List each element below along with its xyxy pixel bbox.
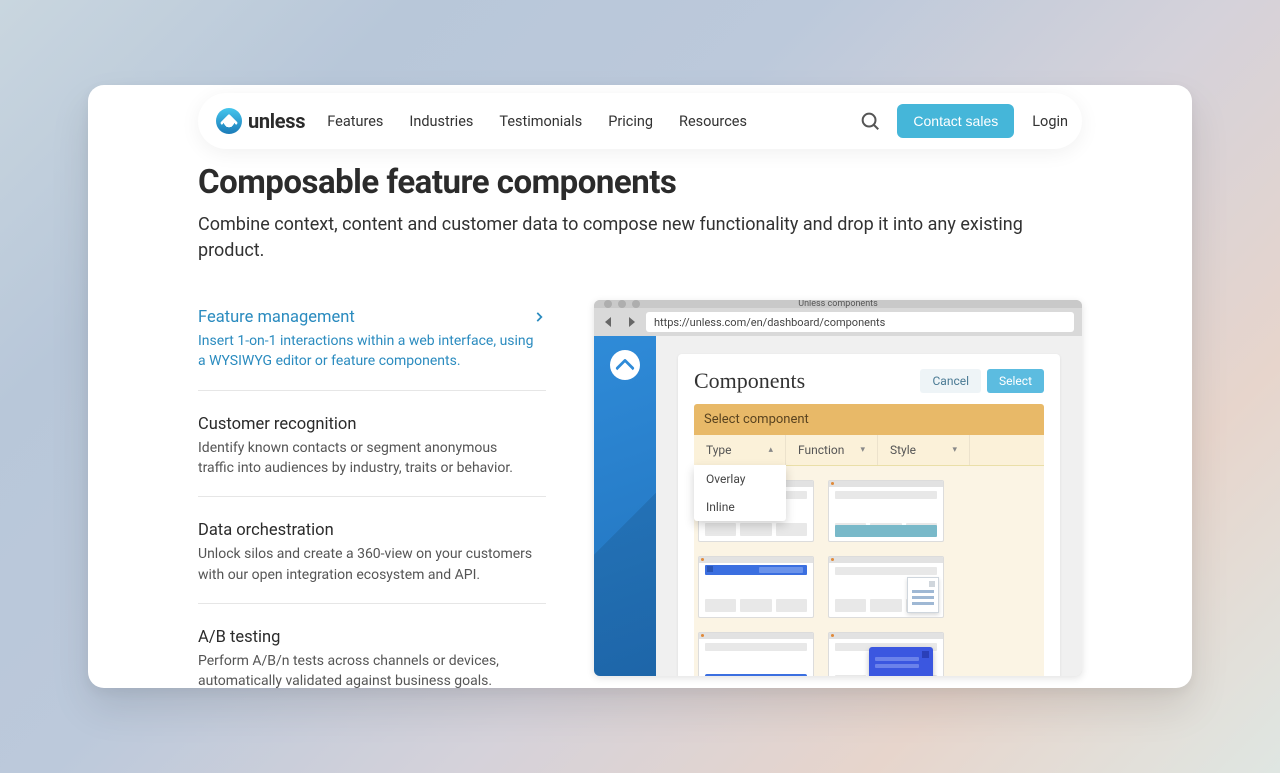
feature-desc: Identify known contacts or segment anony…	[198, 438, 546, 479]
select-button[interactable]: Select	[987, 369, 1044, 393]
feature-item-data-orchestration[interactable]: Data orchestration Unlock silos and crea…	[198, 513, 546, 604]
browser-window-title: Unless components	[594, 300, 1082, 309]
login-link[interactable]: Login	[1032, 113, 1068, 130]
filter-label: Type	[706, 443, 732, 457]
page-subtitle: Combine context, content and customer da…	[198, 212, 1082, 264]
cancel-button[interactable]: Cancel	[920, 369, 981, 393]
feature-title: A/B testing	[198, 628, 546, 647]
nav-link-pricing[interactable]: Pricing	[608, 113, 653, 130]
dropdown-item-inline[interactable]: Inline	[694, 493, 786, 521]
feature-title: Data orchestration	[198, 521, 546, 540]
dropdown-item-overlay[interactable]: Overlay	[694, 465, 786, 493]
forward-icon[interactable]	[624, 315, 638, 329]
feature-item-customer-recognition[interactable]: Customer recognition Identify known cont…	[198, 407, 546, 498]
feature-desc: Insert 1-on-1 interactions within a web …	[198, 331, 546, 372]
filter-bar: Type ▴ Overlay Inline Function	[694, 435, 1044, 466]
type-dropdown: Overlay Inline	[694, 465, 786, 521]
mock-browser: Unless components https://unless.com/en/…	[594, 300, 1082, 676]
feature-item-ab-testing[interactable]: A/B testing Perform A/B/n tests across c…	[198, 620, 546, 688]
nav-link-industries[interactable]: Industries	[409, 113, 473, 130]
component-tile[interactable]	[828, 480, 944, 542]
brand-name: unless	[248, 109, 305, 133]
top-nav: unless Features Industries Testimonials …	[198, 93, 1082, 149]
address-bar[interactable]: https://unless.com/en/dashboard/componen…	[646, 312, 1074, 332]
main-content: Composable feature components Combine co…	[198, 163, 1082, 688]
contact-sales-button[interactable]: Contact sales	[897, 104, 1014, 138]
page-title: Composable feature components	[198, 163, 1082, 202]
filter-type[interactable]: Type ▴ Overlay Inline	[694, 435, 786, 465]
back-icon[interactable]	[602, 315, 616, 329]
select-component-header: Select component	[694, 404, 1044, 435]
components-panel: Components Cancel Select Select componen…	[678, 354, 1060, 676]
search-icon[interactable]	[859, 110, 881, 132]
browser-titlebar: Unless components	[594, 300, 1082, 308]
nav-links: Features Industries Testimonials Pricing…	[327, 113, 747, 130]
app-logo-icon	[610, 350, 640, 380]
nav-link-features[interactable]: Features	[327, 113, 383, 130]
filter-label: Style	[890, 443, 916, 457]
filter-style[interactable]: Style ▾	[878, 435, 970, 465]
brand[interactable]: unless	[216, 108, 305, 134]
feature-desc: Unlock silos and create a 360-view on yo…	[198, 544, 546, 585]
component-tile[interactable]	[828, 632, 944, 676]
feature-desc: Perform A/B/n tests across channels or d…	[198, 651, 546, 688]
chevron-right-icon	[532, 310, 546, 324]
app-sidebar	[594, 336, 656, 676]
component-tile[interactable]	[828, 556, 944, 618]
component-tile[interactable]	[698, 556, 814, 618]
brand-logo-icon	[216, 108, 242, 134]
preview-column: Unless components https://unless.com/en/…	[594, 300, 1082, 688]
app-main: Components Cancel Select Select componen…	[656, 336, 1082, 676]
page-card: unless Features Industries Testimonials …	[88, 85, 1192, 688]
feature-title: Feature management	[198, 308, 546, 327]
chevron-down-icon: ▾	[952, 445, 957, 455]
chevron-down-icon: ▾	[860, 445, 865, 455]
feature-item-feature-management[interactable]: Feature management Insert 1-on-1 interac…	[198, 300, 546, 391]
component-tile[interactable]	[698, 632, 814, 676]
browser-toolbar: https://unless.com/en/dashboard/componen…	[594, 308, 1082, 336]
nav-link-testimonials[interactable]: Testimonials	[499, 113, 582, 130]
feature-list: Feature management Insert 1-on-1 interac…	[198, 300, 546, 688]
filter-function[interactable]: Function ▾	[786, 435, 878, 465]
feature-title: Customer recognition	[198, 415, 546, 434]
nav-link-resources[interactable]: Resources	[679, 113, 747, 130]
panel-title: Components	[694, 368, 914, 394]
filter-label: Function	[798, 443, 844, 457]
chevron-up-icon: ▴	[768, 445, 773, 455]
